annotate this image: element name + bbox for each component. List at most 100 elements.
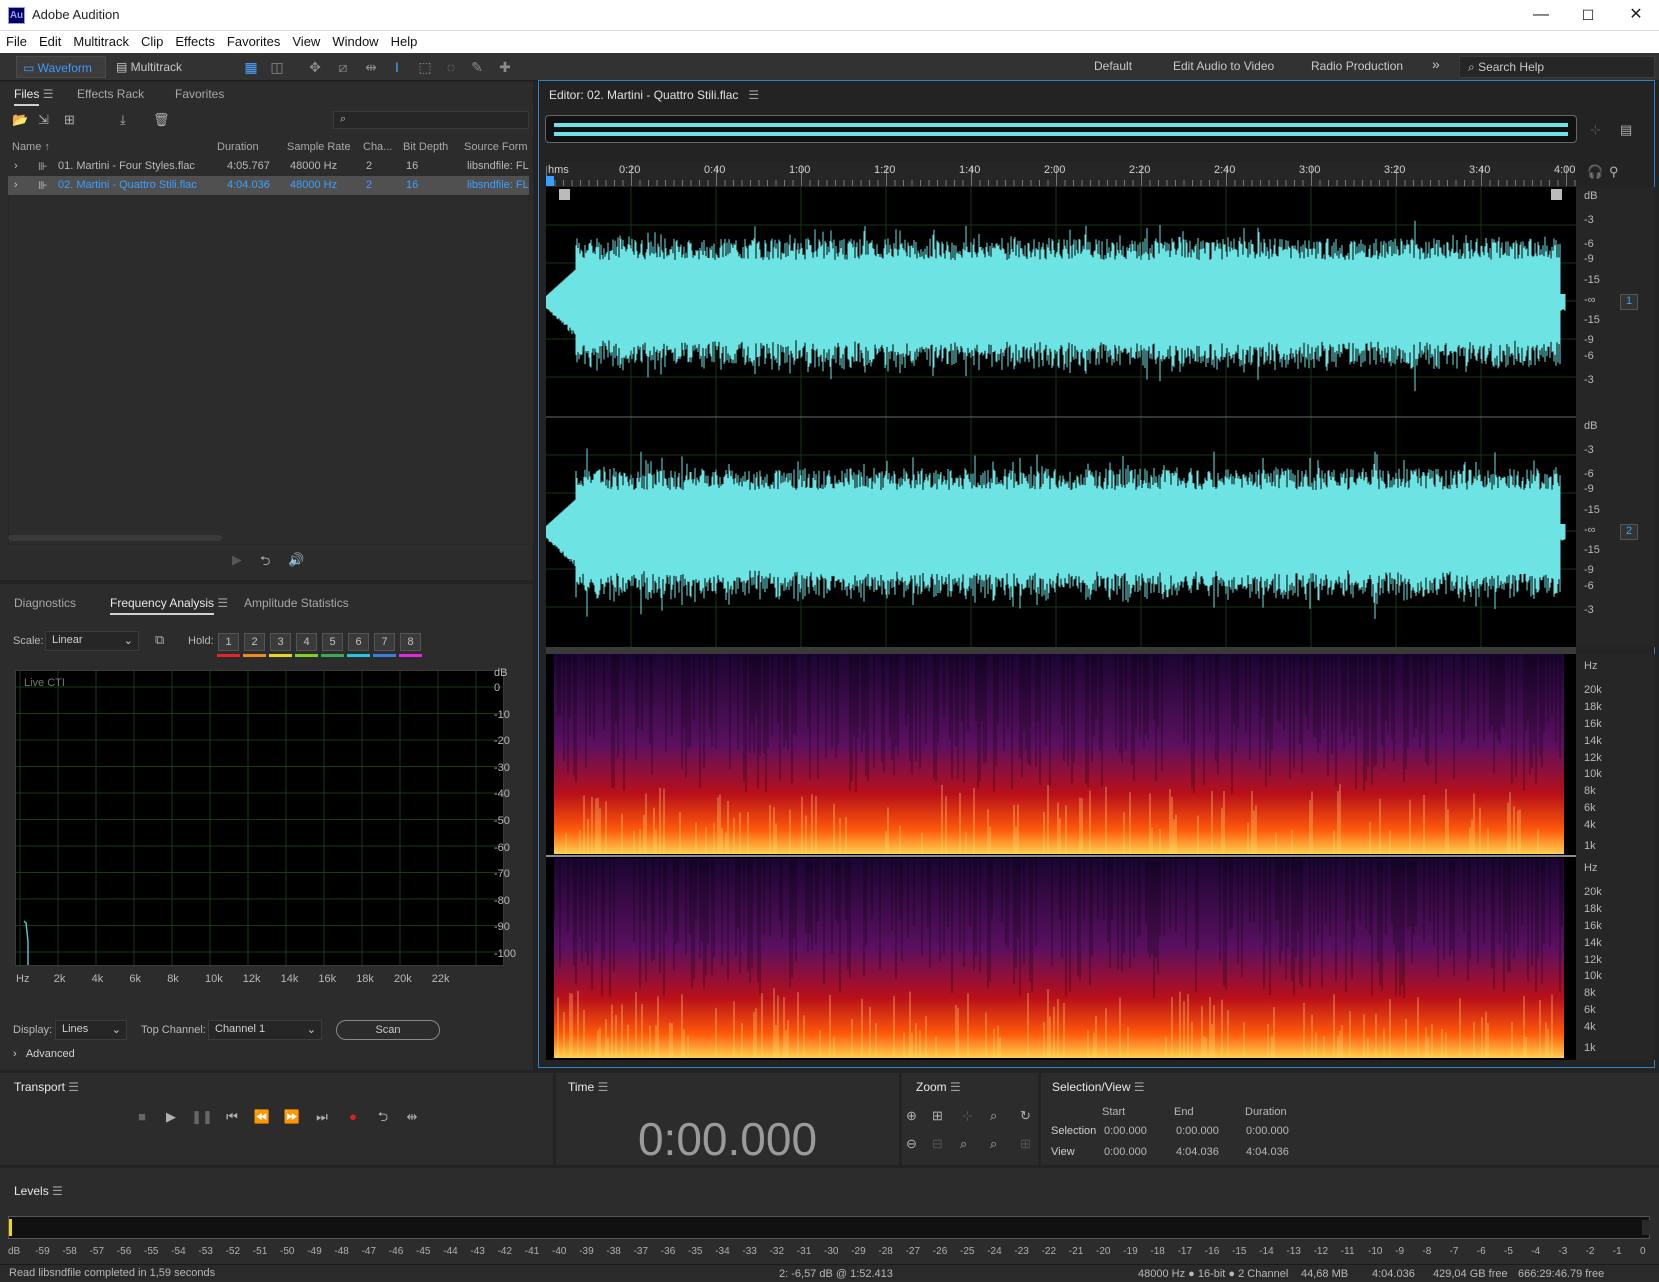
hold-button-6[interactable]: 6 — [348, 633, 369, 651]
channel-badge[interactable]: 2 — [1620, 524, 1638, 540]
search-help-field[interactable]: ⌕ Search Help — [1459, 56, 1655, 78]
hold-button-4[interactable]: 4 — [296, 633, 317, 651]
menu-file[interactable]: File — [0, 31, 33, 53]
zoom-out-amplitude-icon[interactable]: ⊖ — [906, 1136, 917, 1152]
file-row[interactable]: › ⊪ 01. Martini - Four Styles.flac 4:05.… — [8, 157, 529, 176]
overview-bar[interactable] — [545, 115, 1577, 143]
zoom-out-time-icon[interactable]: ⊟ — [932, 1136, 943, 1152]
waveform-display[interactable] — [545, 187, 1576, 647]
zoom-in-time-icon[interactable]: ⊞ — [932, 1108, 943, 1124]
menu-view[interactable]: View — [286, 31, 326, 53]
menu-edit[interactable]: Edit — [33, 31, 67, 53]
column-sample-rate[interactable]: Sample Rate — [287, 141, 351, 153]
zoom-fit-icon[interactable]: ⊞ — [1020, 1136, 1031, 1152]
multitrack-view-button[interactable]: ▤ Multitrack — [110, 56, 200, 78]
spectrogram-display[interactable] — [546, 654, 1576, 1060]
loop-button[interactable]: ⮌ — [372, 1107, 394, 1127]
selection-duration-field[interactable]: 0:00.000 — [1246, 1125, 1289, 1137]
preview-play-icon[interactable]: ▶ — [232, 552, 242, 568]
menu-favorites[interactable]: Favorites — [221, 31, 286, 53]
column-source-format[interactable]: Source Form... — [464, 141, 528, 153]
tab-diagnostics[interactable]: Diagnostics — [14, 596, 76, 610]
column-channels[interactable]: Cha... — [363, 141, 392, 153]
selection-end-field[interactable]: 0:00.000 — [1176, 1125, 1219, 1137]
slip-tool-icon[interactable]: ⇹ — [360, 57, 382, 77]
view-duration-field[interactable]: 4:04.036 — [1246, 1146, 1289, 1158]
advanced-toggle[interactable]: › Advanced — [13, 1048, 75, 1060]
top-channel-dropdown[interactable]: Channel 1 ⌄ — [208, 1020, 322, 1040]
spot-healing-icon[interactable]: ✚ — [494, 57, 516, 77]
skip-selection-button[interactable]: ⇹ — [401, 1107, 423, 1127]
hold-button-1[interactable]: 1 — [218, 633, 239, 651]
lasso-tool-icon[interactable]: ◌ — [440, 57, 462, 77]
hold-button-5[interactable]: 5 — [322, 633, 343, 651]
editor-menu-icon[interactable]: ▤ — [1620, 122, 1632, 138]
hold-button-3[interactable]: 3 — [270, 633, 291, 651]
razor-tool-icon[interactable]: ⧄ — [332, 57, 354, 77]
tab-favorites[interactable]: Favorites — [175, 87, 224, 101]
hold-button-2[interactable]: 2 — [244, 633, 265, 651]
tab-frequency-analysis[interactable]: Frequency Analysis ☰ — [110, 596, 228, 615]
files-search-input[interactable]: ⌕ — [333, 111, 529, 129]
workspace-radio-production[interactable]: Radio Production — [1311, 59, 1403, 73]
more-workspaces-button[interactable]: » — [1432, 56, 1440, 72]
zoom-selection-icon[interactable]: ⊹ — [962, 1108, 973, 1124]
preview-autoplay-icon[interactable]: 🔊 — [288, 552, 304, 568]
tab-files[interactable]: Files ☰ — [14, 87, 53, 106]
tab-amplitude-statistics[interactable]: Amplitude Statistics — [244, 596, 349, 610]
tab-effects-rack[interactable]: Effects Rack — [77, 87, 144, 101]
waveform-view-button[interactable]: ▭ Waveform — [16, 56, 106, 78]
hold-button-7[interactable]: 7 — [374, 633, 395, 651]
play-button[interactable]: ▶ — [160, 1107, 182, 1127]
zoom-in-amplitude-icon[interactable]: ⊕ — [906, 1108, 917, 1124]
menu-clip[interactable]: Clip — [135, 31, 169, 53]
time-selection-tool-icon[interactable]: I — [386, 57, 408, 77]
menu-effects[interactable]: Effects — [169, 31, 221, 53]
hold-button-8[interactable]: 8 — [400, 633, 421, 651]
marker-pin-icon[interactable]: ⚲ — [1609, 164, 1619, 180]
brush-tool-icon[interactable]: ✎ — [466, 57, 488, 77]
snapshot-icon[interactable]: ⧉ — [155, 632, 164, 648]
maximize-button[interactable]: ☐ — [1565, 0, 1611, 31]
expand-chevron-icon[interactable]: › — [14, 160, 18, 172]
fade-out-handle[interactable] — [1551, 189, 1562, 200]
stop-button[interactable]: ■ — [131, 1107, 153, 1127]
column-name[interactable]: Name ↑ — [12, 141, 50, 153]
menu-multitrack[interactable]: Multitrack — [67, 31, 135, 53]
column-duration[interactable]: Duration — [217, 141, 259, 153]
go-to-start-button[interactable]: ⏮ — [221, 1107, 243, 1127]
pause-button[interactable]: ❚❚ — [191, 1107, 213, 1127]
workspace-edit-audio-video[interactable]: Edit Audio to Video — [1173, 59, 1274, 73]
channel-badge[interactable]: 1 — [1620, 294, 1638, 310]
close-button[interactable]: ✕ — [1613, 0, 1659, 31]
view-end-field[interactable]: 4:04.036 — [1176, 1146, 1219, 1158]
zoom-out-full-icon[interactable]: ⌕ — [990, 1136, 997, 1152]
display-dropdown[interactable]: Lines ⌄ — [55, 1020, 127, 1040]
zoom-fit-icon[interactable]: ⊹ — [1590, 122, 1601, 138]
zoom-out-point-icon[interactable]: ⌕ — [960, 1136, 967, 1152]
rewind-button[interactable]: ⏪ — [251, 1107, 273, 1127]
scan-button[interactable]: Scan — [336, 1020, 440, 1040]
minimize-button[interactable]: — — [1518, 0, 1564, 31]
file-row-selected[interactable]: › ⊪ 02. Martini - Quattro Stili.flac 4:0… — [8, 176, 529, 195]
delete-icon[interactable]: 🗑 — [153, 112, 170, 128]
expand-chevron-icon[interactable]: › — [14, 179, 18, 191]
selection-start-field[interactable]: 0:00.000 — [1104, 1125, 1147, 1137]
view-start-field[interactable]: 0:00.000 — [1104, 1146, 1147, 1158]
record-button[interactable]: ● — [342, 1107, 364, 1127]
horizontal-scrollbar[interactable] — [8, 535, 222, 541]
fast-forward-button[interactable]: ⏩ — [281, 1107, 303, 1127]
headphones-icon[interactable]: 🎧 — [1587, 164, 1603, 180]
preview-loop-icon[interactable]: ⮌ — [260, 552, 270, 574]
spectral-pitch-icon[interactable]: ◫ — [266, 57, 288, 77]
new-file-icon[interactable]: ⊞ — [64, 112, 75, 128]
open-file-icon[interactable]: 📂 — [12, 112, 28, 128]
spectral-display-icon[interactable]: ▦ — [240, 57, 262, 77]
menu-window[interactable]: Window — [326, 31, 384, 53]
zoom-in-point-icon[interactable]: ⌕ — [990, 1108, 997, 1124]
spectral-divider[interactable] — [546, 647, 1576, 654]
insert-into-multitrack-icon[interactable]: ⤓ — [120, 112, 126, 128]
go-to-end-button[interactable]: ⏭ — [311, 1107, 333, 1127]
scale-dropdown[interactable]: Linear ⌄ — [45, 631, 139, 651]
column-bit-depth[interactable]: Bit Depth — [403, 141, 448, 153]
